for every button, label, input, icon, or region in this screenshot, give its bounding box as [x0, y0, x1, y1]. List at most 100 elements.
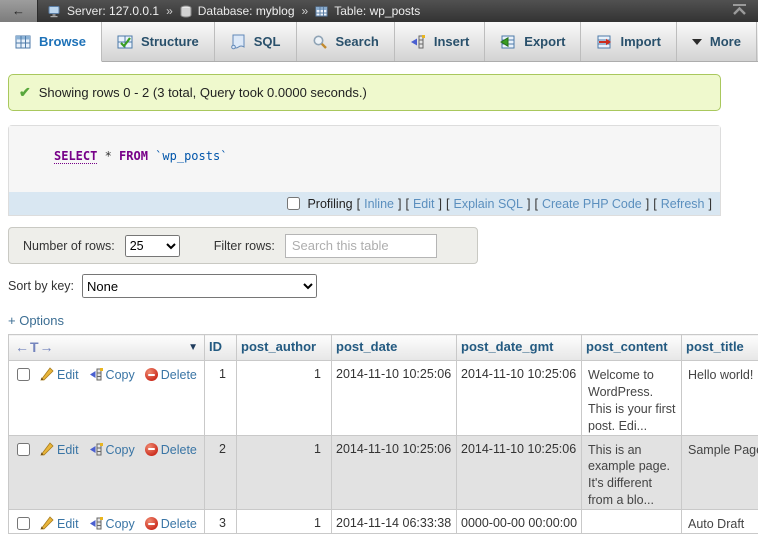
create-php-code-link[interactable]: Create PHP Code	[542, 197, 642, 211]
bracket: [	[653, 197, 656, 211]
bracket: [	[446, 197, 449, 211]
copy-icon	[89, 516, 103, 533]
structure-icon	[117, 34, 133, 50]
bracket: ]	[527, 197, 530, 211]
cell-post-content: Welcome to WordPress. This is your first…	[582, 361, 682, 436]
column-reorder-header: ←T→ ▼	[9, 335, 205, 361]
tab-insert[interactable]: Insert	[395, 22, 485, 61]
explain-sql-link[interactable]: Explain SQL	[453, 197, 522, 211]
server-link[interactable]: 127.0.0.1	[109, 4, 159, 18]
column-reorder-handle[interactable]: ←T→	[15, 339, 55, 355]
cell-post-content	[582, 510, 682, 534]
browse-icon	[15, 34, 31, 50]
tab-sql[interactable]: SQL	[215, 22, 297, 61]
sort-by-key-row: Sort by key: None	[8, 274, 758, 298]
bracket: ]	[398, 197, 401, 211]
row-checkbox[interactable]	[17, 443, 30, 456]
copy-row-link[interactable]: Copy	[106, 517, 135, 531]
cell-id: 1	[205, 361, 237, 436]
tab-sql-label: SQL	[254, 34, 281, 49]
success-check-icon: ✔	[19, 84, 31, 101]
status-message: ✔ Showing rows 0 - 2 (3 total, Query too…	[8, 74, 721, 111]
refresh-link[interactable]: Refresh	[661, 197, 705, 211]
bracket: ]	[709, 197, 712, 211]
row-actions: Edit Copy Delete	[9, 435, 205, 510]
pencil-icon	[40, 442, 54, 459]
cell-post-title: Sample Page	[682, 435, 758, 510]
database-link[interactable]: myblog	[256, 4, 295, 18]
copy-row-link[interactable]: Copy	[106, 443, 135, 457]
table-row: EditCopyDelete 3 1 2014-11-14 06:33:38 0…	[9, 510, 758, 534]
bracket: [	[357, 197, 360, 211]
cell-post-author: 1	[237, 435, 332, 510]
breadcrumb-separator: »	[166, 4, 173, 18]
filter-rows-input[interactable]	[285, 234, 437, 258]
row-actions: Edit Copy Delete	[9, 361, 205, 436]
column-header-post-title[interactable]: post_title	[682, 335, 758, 361]
breadcrumb-database: Database: myblog	[198, 4, 295, 18]
column-header-post-author[interactable]: post_author	[237, 335, 332, 361]
table-link[interactable]: wp_posts	[370, 4, 421, 18]
back-button[interactable]: ←	[0, 0, 38, 22]
tab-more-label: More	[710, 34, 741, 49]
edit-row-link[interactable]: Edit	[57, 517, 79, 531]
bracket: ]	[439, 197, 442, 211]
tab-search[interactable]: Search	[297, 22, 395, 61]
tab-import-label: Import	[620, 34, 660, 49]
breadcrumb-server: Server: 127.0.0.1	[67, 4, 159, 18]
cell-post-date-gmt: 2014-11-10 10:25:06	[457, 435, 582, 510]
actions-menu-caret-icon[interactable]: ▼	[188, 342, 198, 353]
tab-search-label: Search	[336, 34, 379, 49]
tab-export[interactable]: Export	[485, 22, 581, 61]
bracket: [	[405, 197, 408, 211]
delete-row-link[interactable]: Delete	[161, 443, 197, 457]
profiling-label: Profiling	[307, 197, 352, 211]
sql-icon	[230, 34, 246, 50]
table-row: EditCopyDelete 1 1 2014-11-10 10:25:06 2…	[9, 361, 758, 436]
search-icon	[312, 34, 328, 50]
row-actions: Edit Copy Delete	[9, 510, 205, 534]
sql-keyword-from: FROM	[119, 149, 148, 163]
bracket: [	[534, 197, 537, 211]
sql-query-box: SELECT * FROM `wp_posts` Profiling [ Inl…	[8, 125, 721, 216]
breadcrumb-bar: ← Server: 127.0.0.1 » Database: myblog »…	[0, 0, 758, 22]
sort-by-key-select[interactable]: None	[82, 274, 317, 298]
edit-row-link[interactable]: Edit	[57, 368, 79, 382]
cell-post-date: 2014-11-10 10:25:06	[332, 361, 457, 436]
options-toggle[interactable]: + Options	[8, 313, 64, 328]
rows-filter-panel: Number of rows: 25 Filter rows:	[8, 227, 478, 264]
delete-row-link[interactable]: Delete	[161, 368, 197, 382]
inline-link[interactable]: Inline	[364, 197, 394, 211]
tab-browse[interactable]: Browse	[0, 22, 102, 62]
row-checkbox[interactable]	[17, 517, 30, 530]
database-label: Database:	[198, 4, 253, 18]
table-row: EditCopyDelete 2 1 2014-11-10 10:25:06 2…	[9, 435, 758, 510]
cell-id: 2	[205, 435, 237, 510]
row-checkbox[interactable]	[17, 368, 30, 381]
tab-import[interactable]: Import	[581, 22, 676, 61]
results-table: ←T→ ▼ ID post_author post_date post_date…	[8, 334, 758, 534]
number-of-rows-select[interactable]: 25	[125, 235, 180, 257]
sql-keyword-select[interactable]: SELECT	[54, 149, 97, 164]
delete-row-link[interactable]: Delete	[161, 517, 197, 531]
export-icon	[500, 34, 516, 50]
copy-icon	[89, 367, 103, 384]
column-header-post-date[interactable]: post_date	[332, 335, 457, 361]
column-header-post-content[interactable]: post_content	[582, 335, 682, 361]
cell-post-date-gmt: 2014-11-10 10:25:06	[457, 361, 582, 436]
sql-table-identifier: `wp_posts`	[148, 149, 227, 163]
tab-more[interactable]: More	[677, 22, 757, 61]
cell-post-date: 2014-11-14 06:33:38	[332, 510, 457, 534]
tab-structure[interactable]: Structure	[102, 22, 215, 61]
edit-row-link[interactable]: Edit	[57, 443, 79, 457]
column-header-id[interactable]: ID	[205, 335, 237, 361]
cell-post-title: Hello world!	[682, 361, 758, 436]
edit-query-link[interactable]: Edit	[413, 197, 435, 211]
collapse-panel-icon[interactable]	[731, 3, 748, 20]
copy-row-link[interactable]: Copy	[106, 368, 135, 382]
number-of-rows-label: Number of rows:	[23, 239, 115, 253]
table-label: Table:	[334, 4, 366, 18]
filter-rows-label: Filter rows:	[214, 239, 275, 253]
column-header-post-date-gmt[interactable]: post_date_gmt	[457, 335, 582, 361]
profiling-checkbox[interactable]	[287, 197, 300, 210]
